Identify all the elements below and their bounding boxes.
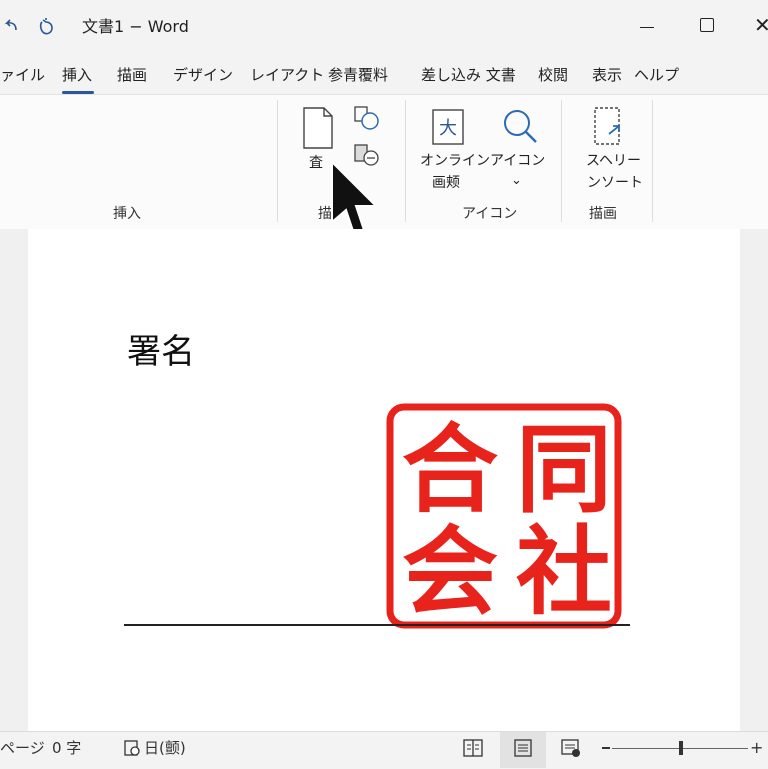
svg-text:合: 合 (402, 414, 498, 526)
undo-icon[interactable] (2, 14, 22, 38)
chevron-down-icon[interactable]: ⌄ (511, 171, 522, 191)
read-mode-icon[interactable] (462, 738, 484, 758)
status-bar (0, 731, 768, 769)
print-layout-icon[interactable] (512, 738, 534, 758)
screenshot-icon[interactable] (591, 106, 625, 148)
group-label-icons: アイコン (462, 206, 518, 222)
tab-design[interactable]: デザイン (173, 64, 233, 86)
title-bar: 文書1 − Word ✕ (0, 0, 768, 56)
svg-text:大: 大 (439, 118, 457, 139)
zoom-in-button[interactable]: + (750, 739, 763, 757)
shapes-icon[interactable] (353, 104, 381, 132)
tab-draw[interactable]: 描画 (117, 64, 147, 86)
signature-line (124, 624, 630, 626)
company-seal-stamp[interactable]: 同 合 社 会 (386, 403, 622, 629)
language-indicator[interactable]: 日(颤) (144, 737, 186, 759)
tab-file[interactable]: ァイル (0, 64, 45, 86)
tab-references[interactable]: 参青覆料 (328, 64, 388, 86)
svg-text:会: 会 (402, 516, 498, 628)
group-separator (405, 100, 406, 222)
tab-insert[interactable]: 挿入 (62, 64, 92, 86)
online-pictures-icon[interactable]: 大 (431, 108, 465, 148)
window-title: 文書1 − Word (82, 17, 189, 36)
page-button-label[interactable]: 査 (309, 153, 323, 173)
group-separator (652, 100, 653, 222)
document-page[interactable] (28, 229, 740, 731)
icons-button-label[interactable]: アイコン (490, 151, 545, 171)
close-icon[interactable]: ✕ (754, 13, 768, 37)
proofing-icon[interactable] (124, 740, 140, 756)
tab-review[interactable]: 校閲 (538, 64, 568, 86)
screenshot-label-1[interactable]: スヘリー (586, 151, 641, 171)
online-pictures-label-2[interactable]: 画颊 (432, 173, 460, 193)
svg-text:社: 社 (516, 516, 612, 628)
document-heading[interactable]: 署名 (127, 330, 195, 374)
screenshot-label-2[interactable]: ンソート (587, 173, 643, 193)
word-count[interactable]: 0 字 (52, 737, 81, 759)
group-label-insert: 挿入 (113, 206, 141, 222)
group-separator (277, 100, 278, 222)
zoom-slider-thumb[interactable] (679, 741, 683, 755)
page-icon[interactable] (300, 106, 336, 150)
group-separator (561, 100, 562, 222)
maximize-button[interactable] (700, 18, 714, 32)
tab-view[interactable]: 表示 (592, 64, 622, 86)
tab-help[interactable]: ヘルプ (634, 64, 679, 86)
page-count-label[interactable]: ページ (0, 737, 45, 759)
search-icon[interactable] (500, 106, 540, 146)
tab-mailings[interactable]: 差し込み 文書 (421, 64, 516, 86)
group-label-draw: 描画 (589, 206, 617, 222)
web-layout-icon[interactable] (560, 738, 582, 758)
svg-text:同: 同 (516, 414, 612, 526)
tab-layout[interactable]: レイアクト (250, 64, 324, 86)
touch-mode-icon[interactable] (34, 14, 58, 38)
zoom-out-button[interactable] (602, 747, 610, 749)
minimize-button[interactable] (640, 27, 654, 28)
online-pictures-label-1[interactable]: オンライン (420, 151, 490, 171)
